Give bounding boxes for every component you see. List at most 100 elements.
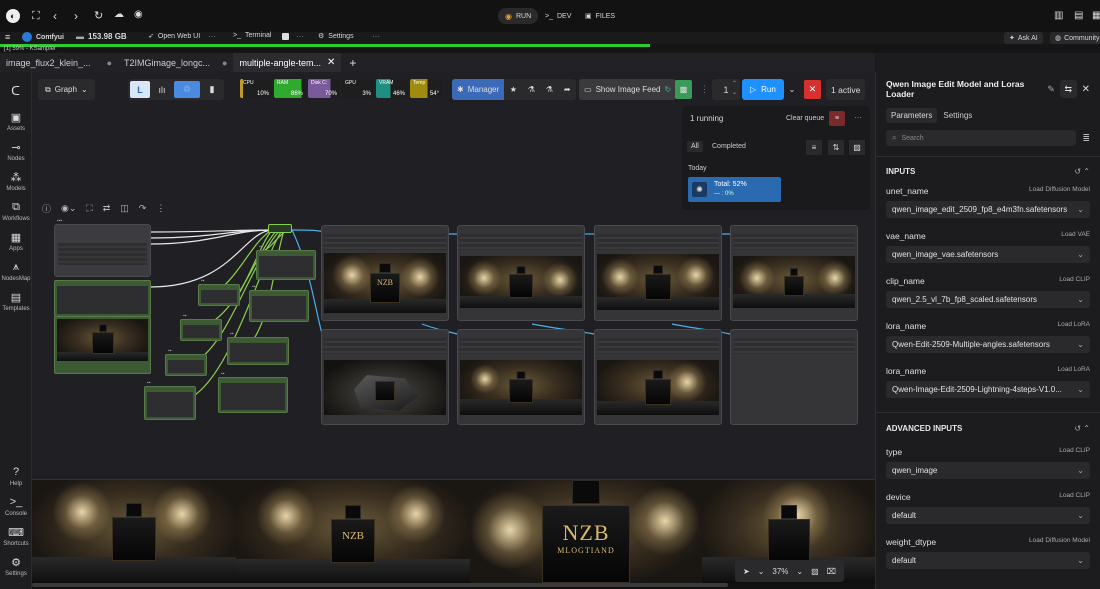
chevron-down-icon-2[interactable]: ⌄ [796, 567, 803, 576]
node-load-image[interactable]: ▪▪▪ [54, 218, 151, 277]
inputs-section-header[interactable]: INPUTS ↺ ⌃ [876, 167, 1100, 176]
add-tab-icon[interactable]: + [349, 56, 356, 70]
eye-icon[interactable]: ◉ [134, 9, 143, 20]
vae-name-select[interactable]: qwen_image_vae.safetensors ⌄ [886, 246, 1090, 263]
files-mode-button[interactable]: ▣ FILES [585, 8, 615, 24]
comfy-logo-icon[interactable]: ᑕ [11, 84, 20, 98]
lora-name-select-1[interactable]: Qwen-Edit-2509-Multiple-angles.safetenso… [886, 336, 1090, 353]
lora-name-select-2[interactable]: Qwen-Image-Edit-2509-Lightning-4steps-V1… [886, 381, 1090, 398]
upload-icon[interactable]: ☁ [114, 9, 124, 20]
clip-name-select[interactable]: qwen_2.5_vl_7b_fp8_scaled.safetensors ⌄ [886, 291, 1090, 308]
output-node-7[interactable] [594, 329, 722, 425]
more-dots-icon[interactable]: ··· [208, 32, 216, 41]
node-green-3[interactable]: ▪▪ [249, 284, 309, 322]
tab-parameters[interactable]: Parameters [886, 107, 938, 123]
nav-nodesmap[interactable]: ⩚ NodesMap [0, 260, 32, 283]
node-green-1[interactable] [54, 280, 151, 317]
advanced-section-header[interactable]: ADVANCED INPUTS ↺ ⌃ [876, 424, 1100, 433]
forward-icon[interactable]: › [74, 9, 78, 23]
node-green-2[interactable]: ▪▪ [256, 244, 316, 280]
feed-image-1[interactable] [32, 480, 236, 583]
feed-bottle-label: NZB [331, 519, 375, 563]
app-logo-icon[interactable]: ◐ [6, 9, 20, 23]
sliders-icon[interactable]: ⇆ [1059, 80, 1077, 98]
zoom-level[interactable]: 37% [772, 567, 788, 576]
output-node-2[interactable] [457, 225, 585, 321]
nav-shortcuts[interactable]: ⌨ Shortcuts [0, 525, 32, 548]
unet-name-select[interactable]: qwen_image_edit_2509_fp8_e4m3fn.safetens… [886, 201, 1090, 218]
settings-link[interactable]: ⚙ Settings [318, 32, 354, 41]
output-image-3 [597, 254, 719, 310]
node-green-9[interactable]: ▪▪ [144, 380, 196, 420]
graph-canvas[interactable]: ⧉ Graph ⌄ L ılı ♲ ▮ CPU 10% RAM 86% Disk C… [32, 72, 875, 589]
nav-console[interactable]: >_ Console [0, 495, 32, 517]
advanced-heading: ADVANCED INPUTS [886, 424, 963, 433]
search-input[interactable]: ⌕ Search [886, 130, 1077, 146]
layout-icon[interactable]: ▥ [1054, 10, 1063, 21]
type-select[interactable]: qwen_image ⌄ [886, 462, 1090, 479]
expand-icon[interactable]: ⛶ [32, 10, 40, 23]
feed-scrollbar[interactable] [32, 583, 728, 587]
chevron-down-icon: ⌄ [1077, 340, 1084, 349]
close-icon[interactable]: ✕ [327, 57, 335, 68]
output-node-8[interactable] [730, 329, 858, 425]
gear-icon: ⚙ [318, 33, 325, 40]
run-mode-button[interactable]: ◉ RUN [498, 8, 539, 24]
output-node-1[interactable]: NZB [321, 225, 449, 321]
node-preview-source[interactable] [54, 316, 151, 374]
dev-mode-button[interactable]: >_ DEV [545, 8, 571, 24]
tab-image-flux2[interactable]: image_flux2_klein_... ● [0, 53, 118, 72]
list-view-icon[interactable]: ≣ [1082, 133, 1090, 144]
weight-dtype-select[interactable]: default ⌄ [886, 552, 1090, 569]
models-icon: ⁂ [10, 171, 22, 184]
tab-multiple-angle[interactable]: multiple-angle-tem... ✕ [233, 53, 342, 72]
node-title: ▪▪▪ [57, 218, 63, 224]
back-icon[interactable]: ‹ [53, 9, 57, 23]
input-source: Load Diffusion Model [1029, 186, 1090, 193]
feed-image-3[interactable]: NZB MLOGTIAND [470, 480, 702, 583]
output-node-3[interactable] [594, 225, 722, 321]
node-green-4[interactable]: ▪▪ [198, 278, 240, 306]
device-select[interactable]: default ⌄ [886, 507, 1090, 524]
nav-settings[interactable]: ⚙ Settings [0, 555, 32, 578]
output-node-6[interactable] [457, 329, 585, 425]
open-webui-link[interactable]: ➶ Open Web UI [148, 32, 200, 41]
node-green-8[interactable]: ▪▪ [218, 371, 288, 413]
tab-t2img-longc[interactable]: T2IMGimage_longc... ● [118, 53, 233, 72]
menu-icon[interactable]: ▦ [1092, 10, 1100, 21]
pointer-icon[interactable]: ➤ [743, 567, 750, 576]
comfyui-link[interactable]: Comfyui [22, 32, 64, 42]
output-node-4[interactable] [730, 225, 858, 321]
node-green-6[interactable]: ▪▪ [227, 331, 289, 365]
ask-ai-label: Ask AI [1017, 34, 1038, 42]
reload-icon[interactable]: ↻ [94, 9, 103, 22]
link-visibility-icon[interactable]: ⌧ [827, 567, 836, 576]
nav-models[interactable]: ⁂ Models [0, 170, 32, 193]
close-panel-icon[interactable]: ✕ [1082, 84, 1090, 95]
minimap-icon[interactable]: ▨ [811, 567, 819, 576]
stop-square-icon[interactable] [282, 33, 289, 40]
edit-pencil-icon[interactable]: ✎ [1047, 84, 1055, 95]
hamburger-icon[interactable]: ≡ [5, 32, 10, 42]
node-green-5[interactable]: ▪▪ [180, 313, 222, 341]
nav-help[interactable]: ? Help [0, 465, 32, 487]
nav-apps[interactable]: ▦ Apps [0, 230, 32, 253]
tab-settings[interactable]: Settings [943, 111, 972, 120]
nav-assets[interactable]: ▣ Assets [0, 110, 32, 133]
disk-icon: ▬ [76, 32, 84, 41]
nav-nodes[interactable]: ⊸ Nodes [0, 140, 32, 163]
node-green-7[interactable]: ▪▪ [165, 348, 207, 376]
community-button[interactable]: ◍ Community [1050, 32, 1100, 44]
more-dots-icon-3[interactable]: ··· [372, 32, 380, 41]
panel-icon[interactable]: ▤ [1074, 10, 1083, 21]
output-image-4 [733, 256, 855, 308]
reroute-node[interactable] [268, 224, 292, 233]
nav-workflows[interactable]: ⧉ Workflows [0, 200, 32, 223]
feed-image-2[interactable]: NZB [236, 480, 470, 583]
output-node-5[interactable] [321, 329, 449, 425]
more-dots-icon-2[interactable]: ··· [296, 32, 304, 41]
chevron-down-icon[interactable]: ⌄ [758, 567, 765, 576]
ask-ai-button[interactable]: ✦ Ask AI [1004, 32, 1043, 44]
nav-templates[interactable]: ▤ Templates [0, 290, 32, 313]
terminal-link[interactable]: >_ Terminal [233, 32, 271, 39]
